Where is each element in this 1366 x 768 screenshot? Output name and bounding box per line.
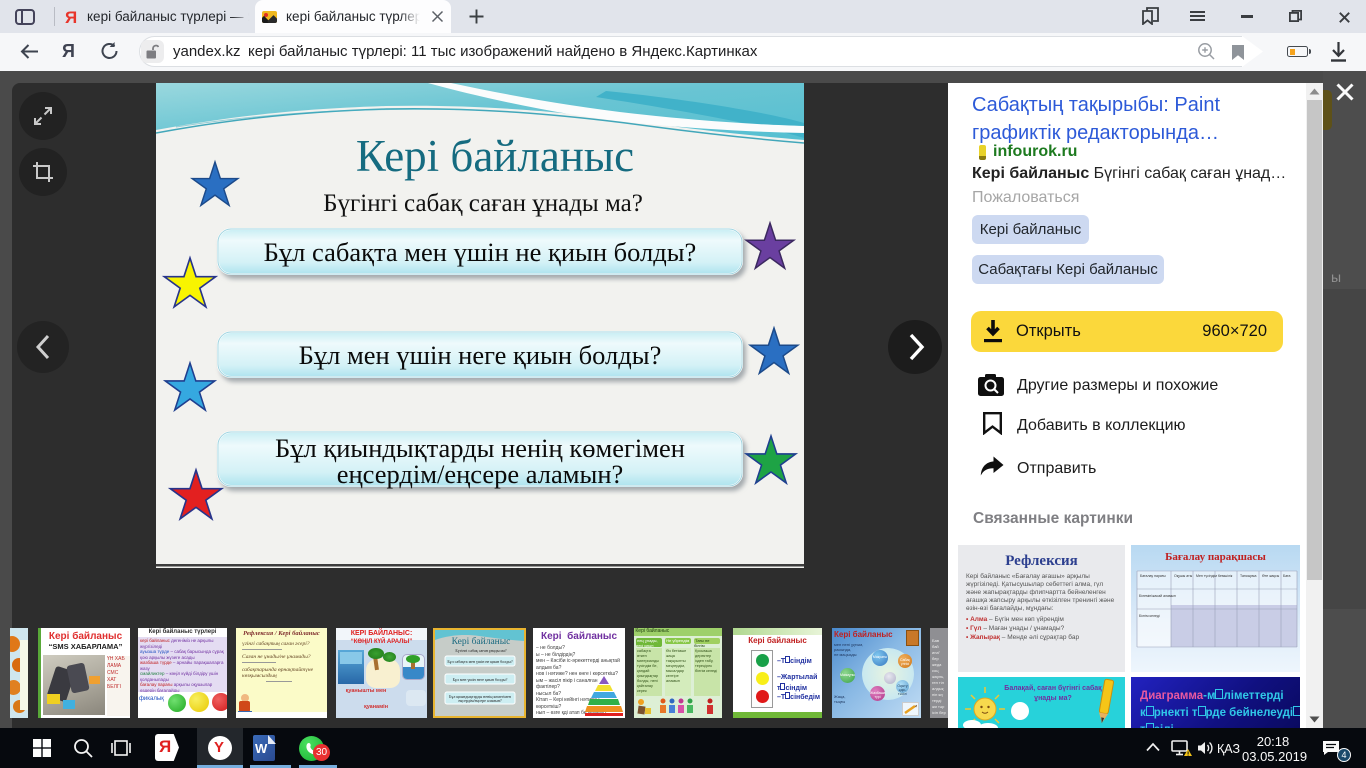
svg-text:Бұл сабақта мен үшін не қиын б: Бұл сабақта мен үшін не қиын болды? [264, 237, 697, 267]
svg-text:Мен түсіндім: Мен түсіндім [1196, 574, 1217, 578]
svg-text:Балақай, саған бүгінгі сабақ: Балақай, саған бүгінгі сабақ [1004, 684, 1102, 692]
svg-text:ұнады ма?: ұнады ма? [1034, 695, 1072, 702]
svg-text:Кемшілік: Кемшілік [1218, 574, 1233, 578]
svg-text:Бұл мен үшін неге қиын болды?: Бұл мен үшін неге қиын болды? [299, 340, 662, 370]
svg-text:Білемін/жасай аламын: Білемін/жасай аламын [1139, 594, 1176, 598]
svg-text:Бағалау парағы: Бағалау парағы [1140, 574, 1166, 578]
svg-text:еңсердім/еңсере аламын?: еңсердім/еңсере аламын? [458, 698, 501, 703]
svg-text:Өте жақсы: Өте жақсы [1262, 574, 1280, 578]
svg-text:еңсердім/еңсере аламын?: еңсердім/еңсере аламын? [337, 459, 624, 489]
svg-text:Тапсырма: Тапсырма [1240, 574, 1256, 578]
svg-text:Кері байланыс: Кері байланыс [356, 131, 634, 181]
svg-text:Бүгінгі сабақ саған ұнады ма?: Бүгінгі сабақ саған ұнады ма? [455, 648, 506, 653]
svg-text:Оқушы аты: Оқушы аты [1174, 574, 1193, 578]
svg-text:Білгім келеді: Білгім келеді [1139, 614, 1160, 618]
svg-text:Бұл сабақта мен үшін не қиын б: Бұл сабақта мен үшін не қиын болды? [447, 659, 513, 664]
svg-text:Бүгінгі сабақ саған ұнады ма?: Бүгінгі сабақ саған ұнады ма? [323, 190, 643, 217]
svg-text:Бұл мен үшін неге қиын болды?: Бұл мен үшін неге қиын болды? [453, 677, 508, 682]
svg-text:Баға: Баға [1283, 574, 1291, 578]
svg-text:Кері байланыс: Кері байланыс [452, 636, 511, 647]
